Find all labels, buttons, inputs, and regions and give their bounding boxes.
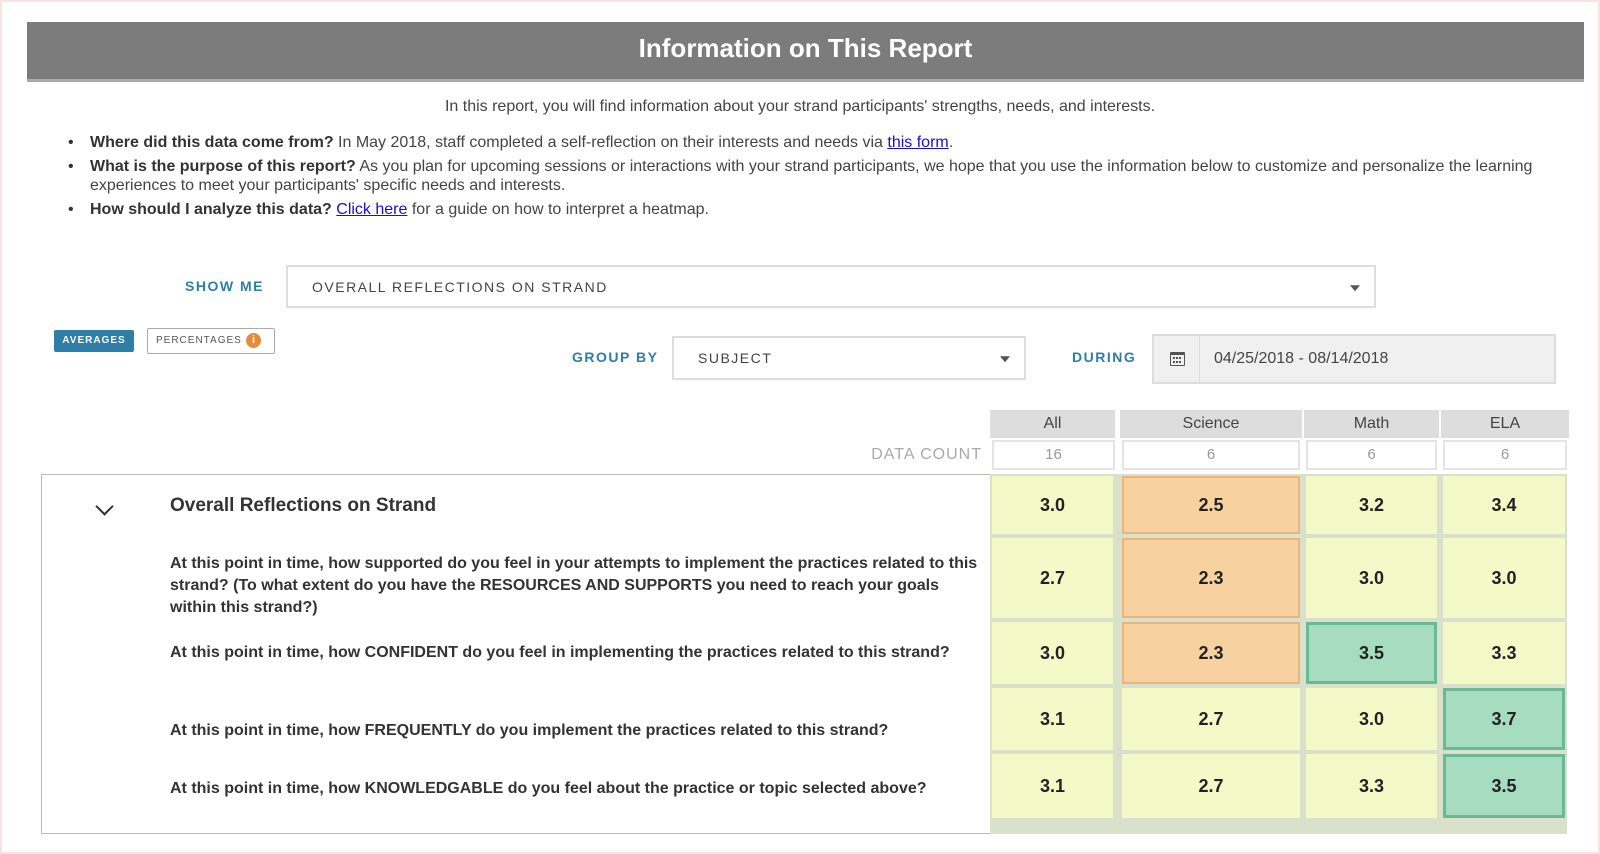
heatmap-cell-all: 2.7 <box>992 538 1113 618</box>
row-label-confident: At this point in time, how CONFIDENT do … <box>170 644 950 661</box>
data-count-science: 6 <box>1122 440 1300 470</box>
column-header-math: Math <box>1304 410 1439 438</box>
calendar-button[interactable] <box>1154 336 1200 382</box>
info-bullets: Where did this data come from? In May 20… <box>68 133 1563 224</box>
report-page: Information on This Report In this repor… <box>2 2 1598 852</box>
row-label-supported: At this point in time, how supported do … <box>170 555 978 616</box>
percentages-button[interactable]: PERCENTAGES i <box>147 328 275 354</box>
heatmap-cell-science: 2.7 <box>1122 754 1300 818</box>
group-by-value: SUBJECT <box>698 350 773 366</box>
heatmap-cell-math: 3.0 <box>1306 688 1437 750</box>
info-icon[interactable]: i <box>246 333 261 348</box>
heatmap-cell-ela: 3.3 <box>1443 622 1565 684</box>
heatmap-cell-math: 3.5 <box>1306 622 1437 684</box>
averages-button[interactable]: AVERAGES <box>54 330 134 352</box>
show-me-select[interactable]: OVERALL REFLECTIONS ON STRAND <box>286 265 1376 308</box>
heatmap-cell-science: 2.5 <box>1122 476 1300 534</box>
report-banner: Information on This Report <box>27 22 1584 79</box>
during-label: DURING <box>1072 349 1137 365</box>
banner-divider <box>27 79 1584 82</box>
heatmap-cell-all: 3.1 <box>992 754 1113 818</box>
intro-text: In this report, you will find informatio… <box>444 98 1156 115</box>
column-header-all: All <box>990 410 1115 438</box>
heatmap-grid: 3.0 2.5 3.2 3.4 2.7 2.3 3.0 3.0 3.0 2.3 3.5 3.3 3.1 2… <box>990 474 1567 834</box>
data-count-all: 16 <box>992 440 1115 470</box>
bullet-question: How should I analyze this data? <box>90 201 332 218</box>
heatmap-cell-ela: 3.0 <box>1443 538 1565 618</box>
group-by-label: GROUP BY <box>572 349 659 365</box>
heatmap-cell-all: 3.0 <box>992 622 1113 684</box>
bullet-question: Where did this data come from? <box>90 134 334 151</box>
heatmap-cell-ela: 3.4 <box>1443 476 1565 534</box>
data-count-math: 6 <box>1306 440 1437 470</box>
group-by-select[interactable]: SUBJECT <box>672 336 1026 380</box>
this-form-link[interactable]: this form <box>887 134 948 151</box>
bullet-purpose: What is the purpose of this report? As y… <box>68 157 1563 195</box>
bullet-question: What is the purpose of this report? <box>90 158 356 175</box>
chevron-down-icon <box>1350 284 1360 291</box>
heatmap-cell-ela: 3.7 <box>1443 688 1565 750</box>
bullet-text: . <box>948 134 954 151</box>
heatmap-cell-all: 3.1 <box>992 688 1113 750</box>
column-header-ela: ELA <box>1441 410 1569 438</box>
date-range-value: 04/25/2018 - 08/14/2018 <box>1214 350 1389 367</box>
column-header-science: Science <box>1120 410 1302 438</box>
heatmap-cell-science: 2.7 <box>1122 688 1300 750</box>
data-count-label: DATA COUNT <box>871 446 982 463</box>
bullet-text: for a guide on how to interpret a heatma… <box>407 201 709 218</box>
group-title: Overall Reflections on Strand <box>170 495 437 516</box>
row-label-knowledgable: At this point in time, how KNOWLEDGABLE … <box>170 780 927 797</box>
bullet-text: In May 2018, staff completed a self-refl… <box>333 134 888 151</box>
chevron-down-icon <box>1000 356 1010 363</box>
bullet-data-source: Where did this data come from? In May 20… <box>68 133 1563 152</box>
heatmap-cell-science: 2.3 <box>1122 538 1300 618</box>
row-label-frequently: At this point in time, how FREQUENTLY do… <box>170 722 889 739</box>
click-here-link[interactable]: Click here <box>336 201 407 218</box>
date-range-picker[interactable]: 04/25/2018 - 08/14/2018 <box>1152 334 1556 384</box>
percentages-label: PERCENTAGES <box>156 335 242 346</box>
show-me-label: SHOW ME <box>185 278 264 294</box>
bullet-analyze: How should I analyze this data? Click he… <box>68 200 1563 219</box>
heatmap-cell-ela: 3.5 <box>1443 754 1565 818</box>
calendar-icon <box>1170 352 1185 366</box>
heatmap-cell-science: 2.3 <box>1122 622 1300 684</box>
data-count-ela: 6 <box>1443 440 1567 470</box>
show-me-value: OVERALL REFLECTIONS ON STRAND <box>312 278 608 295</box>
heatmap-cell-math: 3.2 <box>1306 476 1437 534</box>
heatmap-cell-all: 3.0 <box>992 476 1113 534</box>
heatmap-cell-math: 3.3 <box>1306 754 1437 818</box>
banner-title: Information on This Report <box>638 33 973 63</box>
heatmap-cell-math: 3.0 <box>1306 538 1437 618</box>
